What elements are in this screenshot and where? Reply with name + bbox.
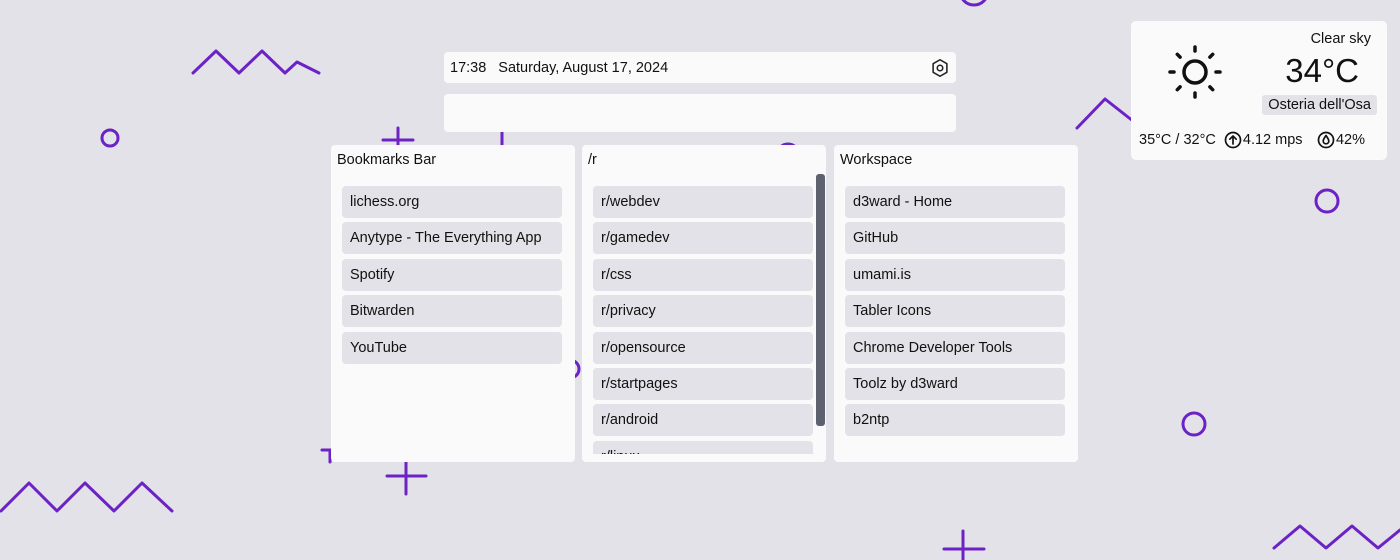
clock-bar: 17:38 Saturday, August 17, 2024: [444, 52, 956, 83]
bookmark-link[interactable]: r/css: [593, 258, 813, 291]
plus-decoration: [385, 458, 428, 496]
bookmark-list: r/webdev r/gamedev r/css r/privacy r/ope…: [593, 186, 813, 454]
bookmark-link[interactable]: r/privacy: [593, 295, 813, 328]
settings-icon[interactable]: [929, 57, 951, 79]
bookmark-link[interactable]: d3ward - Home: [845, 186, 1065, 218]
circle-decoration: [100, 128, 120, 148]
droplet-icon: [1317, 131, 1335, 149]
bookmark-link[interactable]: Anytype - The Everything App: [342, 222, 562, 255]
weather-wind-value: 4.12 mps: [1242, 132, 1303, 148]
bookmark-link[interactable]: b2ntp: [845, 404, 1065, 437]
bookmark-link[interactable]: Spotify: [342, 258, 562, 291]
zigzag-decoration: [191, 49, 321, 75]
bookmark-link[interactable]: r/startpages: [593, 367, 813, 400]
bookmark-link[interactable]: GitHub: [845, 222, 1065, 255]
weather-location: Osteria dell'Osa: [1262, 95, 1377, 115]
bookmark-link[interactable]: r/opensource: [593, 331, 813, 364]
panel-title: Workspace: [840, 152, 913, 168]
bookmark-list: d3ward - Home GitHub umami.is Tabler Ico…: [845, 186, 1065, 454]
sun-icon: [1168, 45, 1222, 99]
circle-decoration: [1181, 411, 1207, 437]
weather-widget: Clear sky 34°C Osteria dell'Osa 35°C / 3…: [1131, 21, 1387, 160]
bookmark-link[interactable]: r/gamedev: [593, 222, 813, 255]
weather-humidity: 42%: [1317, 131, 1365, 149]
zigzag-decoration: [0, 481, 174, 513]
circle-decoration: [1314, 188, 1340, 214]
bookmark-link[interactable]: Toolz by d3ward: [845, 367, 1065, 400]
weather-temperature: 34°C: [1285, 52, 1359, 89]
circle-decoration: [961, 0, 987, 7]
panel-bookmarks-bar: Bookmarks Bar lichess.org Anytype - The …: [331, 145, 575, 462]
bookmark-link[interactable]: umami.is: [845, 258, 1065, 291]
weather-condition: Clear sky: [1310, 31, 1371, 47]
weather-high-low: 35°C / 32°C: [1139, 132, 1216, 148]
weather-wind: 4.12 mps: [1224, 131, 1303, 149]
zigzag-decoration: [1272, 524, 1400, 550]
panel-workspace: Workspace d3ward - Home GitHub umami.is …: [834, 145, 1078, 462]
bookmark-link[interactable]: lichess.org: [342, 186, 562, 218]
weather-humidity-value: 42%: [1335, 132, 1365, 148]
plus-decoration: [942, 529, 986, 560]
bookmark-link[interactable]: r/android: [593, 404, 813, 437]
bookmark-link[interactable]: YouTube: [342, 331, 562, 364]
clock-time: 17:38: [450, 59, 487, 76]
clock-date: Saturday, August 17, 2024: [498, 59, 669, 76]
panel-r: /r r/webdev r/gamedev r/css r/privacy r/…: [582, 145, 826, 462]
weather-stats: 35°C / 32°C 4.12 mps 42%: [1139, 131, 1379, 149]
panel-title: Bookmarks Bar: [337, 152, 437, 168]
bookmark-link[interactable]: Bitwarden: [342, 295, 562, 328]
bookmark-link[interactable]: r/webdev: [593, 186, 813, 218]
scrollbar[interactable]: [816, 174, 825, 426]
bookmark-link[interactable]: r/linux: [593, 440, 813, 454]
bookmark-list: lichess.org Anytype - The Everything App…: [342, 186, 562, 454]
zigzag-decoration: [1075, 97, 1135, 130]
panel-title: /r: [588, 152, 597, 168]
bookmark-link[interactable]: Chrome Developer Tools: [845, 331, 1065, 364]
arrow-up-circle-icon: [1224, 131, 1242, 149]
search-input[interactable]: [444, 94, 956, 132]
bookmark-link[interactable]: Tabler Icons: [845, 295, 1065, 328]
